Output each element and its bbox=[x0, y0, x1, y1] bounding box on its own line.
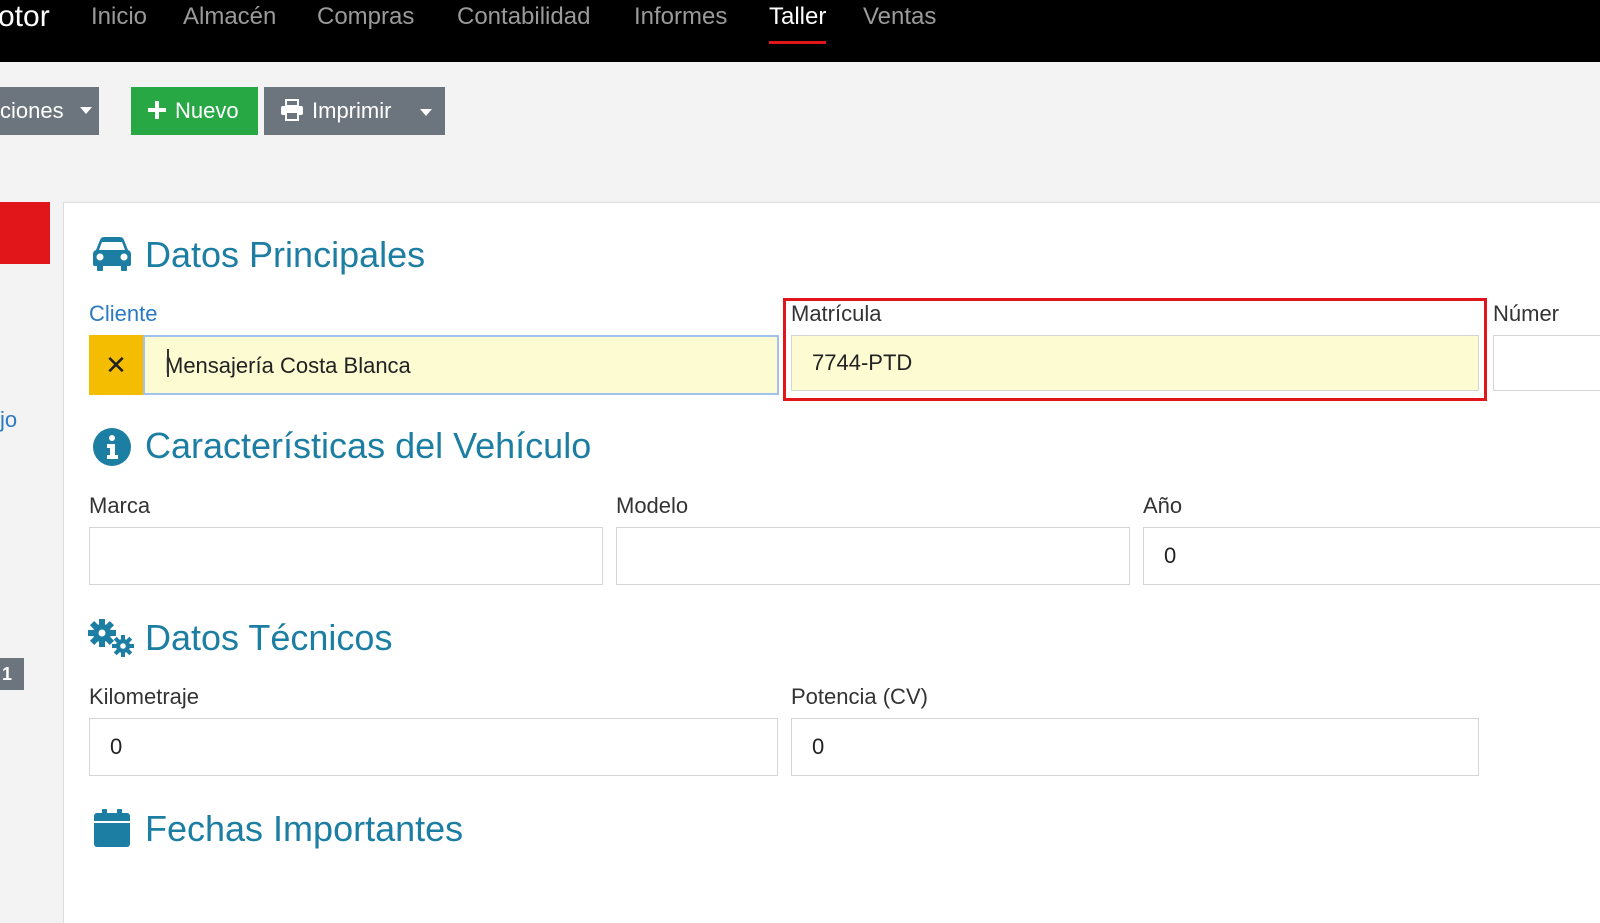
new-button[interactable]: Nuevo bbox=[131, 87, 258, 135]
options-dropdown-button[interactable]: ciones bbox=[0, 87, 99, 135]
kilometraje-label: Kilometraje bbox=[89, 684, 200, 709]
marca-label: Marca bbox=[89, 493, 151, 518]
section-title-fechas-importantes: Fechas Importantes bbox=[145, 808, 464, 849]
new-button-label: Nuevo bbox=[175, 98, 239, 123]
modelo-label: Modelo bbox=[616, 493, 689, 518]
numero-input[interactable] bbox=[1493, 335, 1600, 391]
potencia-input[interactable]: 0 bbox=[791, 718, 1479, 776]
sidebar-count-badge: 1 bbox=[0, 658, 24, 690]
plus-icon bbox=[148, 101, 166, 120]
kilometraje-input[interactable]: 0 bbox=[89, 718, 778, 776]
text-cursor bbox=[167, 349, 169, 377]
caret-down-icon bbox=[79, 107, 92, 115]
anio-input[interactable]: 0 bbox=[1143, 527, 1600, 585]
potencia-label: Potencia (CV) bbox=[791, 684, 928, 709]
section-title-datos-tecnicos: Datos Técnicos bbox=[145, 617, 393, 658]
gears-icon bbox=[88, 619, 134, 657]
matricula-highlight-box bbox=[783, 298, 1487, 401]
nav-item-contabilidad[interactable]: Contabilidad bbox=[457, 0, 590, 34]
section-title-datos-principales: Datos Principales bbox=[145, 234, 426, 275]
marca-input[interactable] bbox=[89, 527, 603, 585]
caret-down-icon[interactable] bbox=[420, 109, 432, 116]
nav-item-ventas[interactable]: Ventas bbox=[863, 0, 936, 34]
nav-item-informes[interactable]: Informes bbox=[634, 0, 727, 34]
info-icon bbox=[93, 428, 131, 466]
section-title-caracteristicas: Características del Vehículo bbox=[145, 425, 592, 466]
brand-logo[interactable]: otor bbox=[0, 0, 50, 34]
modelo-input[interactable] bbox=[616, 527, 1130, 585]
clear-cliente-button[interactable]: ✕ bbox=[89, 335, 143, 395]
calendar-icon bbox=[94, 809, 130, 847]
sidebar-red-tab[interactable] bbox=[0, 202, 50, 264]
print-button-label: Imprimir bbox=[312, 98, 392, 123]
print-button[interactable]: Imprimir bbox=[264, 87, 445, 135]
nav-item-taller[interactable]: Taller bbox=[769, 0, 827, 44]
cliente-label[interactable]: Cliente bbox=[89, 299, 157, 329]
nav-item-almacen[interactable]: Almacén bbox=[183, 0, 276, 34]
cliente-input[interactable]: Mensajería Costa Blanca bbox=[143, 335, 779, 395]
sidebar-link[interactable]: jo bbox=[0, 405, 17, 435]
nav-item-compras[interactable]: Compras bbox=[317, 0, 414, 34]
car-icon bbox=[93, 237, 131, 271]
top-navbar: otor Inicio Almacén Compras Contabilidad… bbox=[0, 0, 1600, 62]
numero-label: Númer bbox=[1493, 301, 1560, 326]
printer-icon bbox=[281, 99, 303, 122]
anio-label: Año bbox=[1143, 493, 1183, 518]
options-button-label: ciones bbox=[0, 98, 64, 123]
close-icon: ✕ bbox=[105, 350, 127, 380]
nav-item-inicio[interactable]: Inicio bbox=[91, 0, 147, 34]
